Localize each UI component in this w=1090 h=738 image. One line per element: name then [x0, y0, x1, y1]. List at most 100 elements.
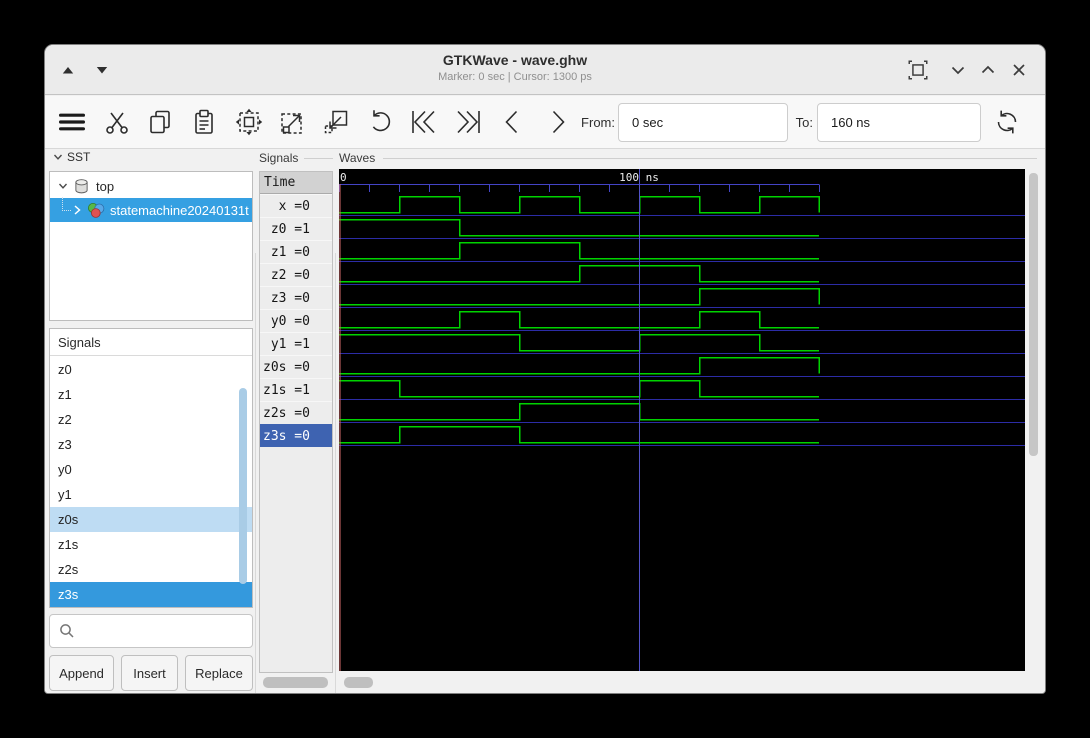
signal-search-box[interactable]	[49, 614, 253, 648]
value-row-z1[interactable]: z1 =0	[260, 240, 332, 263]
value-row-z3s[interactable]: z3s =0	[260, 424, 332, 447]
values-hscroll-thumb[interactable]	[263, 677, 328, 688]
reload-icon	[992, 107, 1022, 137]
zoom-fit-button[interactable]	[233, 106, 265, 138]
waves-hscroll-thumb[interactable]	[344, 677, 373, 688]
close-button[interactable]	[1007, 58, 1031, 82]
to-input[interactable]	[817, 103, 981, 142]
chevron-down-icon	[947, 59, 969, 81]
insert-button[interactable]: Insert	[121, 655, 178, 691]
value-row-z1s[interactable]: z1s =1	[260, 378, 332, 401]
signals-list-item-z0s[interactable]: z0s	[50, 507, 252, 532]
tree-guide-line	[62, 197, 71, 211]
zoom-fit-icon	[234, 107, 264, 137]
waves-hscroll-track[interactable]	[337, 673, 1039, 691]
fullscreen-icon	[906, 57, 930, 83]
minimize-button[interactable]	[946, 58, 970, 82]
tree-item-top-label: top	[96, 179, 114, 194]
module-icon	[87, 202, 105, 218]
time-header[interactable]: Time	[260, 172, 332, 194]
tree-item-statemachine-label: statemachine20240131t	[110, 203, 249, 218]
maximize-button[interactable]	[976, 58, 1000, 82]
waveform-svg: 0100 ns	[339, 169, 1025, 671]
reload-button[interactable]	[991, 106, 1023, 138]
menu-button[interactable]	[56, 106, 88, 138]
paste-button[interactable]	[188, 106, 220, 138]
replace-button[interactable]: Replace	[185, 655, 253, 691]
undo-button[interactable]	[364, 106, 396, 138]
signals-list-item-z1[interactable]: z1	[50, 382, 252, 407]
triangle-up-icon	[57, 59, 79, 81]
expander-chevron-icon[interactable]	[58, 181, 68, 191]
marker-cursor-status: Marker: 0 sec | Cursor: 1300 ps	[165, 70, 865, 84]
signals-list-scrollbar-thumb[interactable]	[239, 388, 247, 584]
value-row-y1[interactable]: y1 =1	[260, 332, 332, 355]
signals-list-item-z3[interactable]: z3	[50, 432, 252, 457]
zoom-out-button[interactable]	[320, 106, 352, 138]
signals-list-header: Signals	[50, 329, 252, 356]
scroll-down-button[interactable]	[90, 58, 114, 82]
chevron-right-icon	[542, 107, 572, 137]
copy-icon	[145, 107, 175, 137]
waves-vscroll-thumb[interactable]	[1029, 173, 1038, 456]
value-row-z2[interactable]: z2 =0	[260, 263, 332, 286]
sst-expander[interactable]: SST	[53, 150, 90, 164]
waveform-canvas[interactable]: 0100 ns	[339, 169, 1025, 671]
hamburger-menu-icon	[56, 106, 88, 138]
search-input[interactable]	[81, 623, 245, 640]
signals-list-item-y1[interactable]: y1	[50, 482, 252, 507]
signal-values-panel: Time x =0 z0 =1 z1 =0 z2 =0 z3 =0 y0 =0 …	[259, 171, 333, 673]
value-row-z0[interactable]: z0 =1	[260, 217, 332, 240]
signals-list-item-z2s[interactable]: z2s	[50, 557, 252, 582]
go-to-start-button[interactable]	[408, 106, 440, 138]
tree-item-top[interactable]: top	[50, 174, 252, 198]
append-button[interactable]: Append	[49, 655, 114, 691]
titlebar: GTKWave - wave.ghw Marker: 0 sec | Curso…	[45, 45, 1045, 95]
signals-list-item-z1s[interactable]: z1s	[50, 532, 252, 557]
zoom-in-icon	[277, 107, 307, 137]
search-icon	[59, 623, 75, 639]
value-row-y0[interactable]: y0 =0	[260, 309, 332, 332]
fullscreen-button[interactable]	[906, 58, 930, 82]
values-frame-line	[304, 158, 333, 159]
signals-list-item-z2[interactable]: z2	[50, 407, 252, 432]
waves-frame-line	[383, 158, 1037, 159]
tree-item-statemachine[interactable]: statemachine20240131t	[50, 198, 252, 222]
expander-chevron-icon	[53, 152, 63, 162]
paned-sash-left[interactable]	[255, 253, 256, 694]
signals-list-item-z3s[interactable]: z3s	[50, 582, 252, 607]
prev-edge-button[interactable]	[497, 106, 529, 138]
chevron-left-icon	[498, 107, 528, 137]
from-label: From:	[579, 96, 615, 148]
value-row-z3[interactable]: z3 =0	[260, 286, 332, 309]
zoom-in-button[interactable]	[276, 106, 308, 138]
value-row-z2s[interactable]: z2s =0	[260, 401, 332, 424]
value-row-z0s[interactable]: z0s =0	[260, 355, 332, 378]
zoom-out-icon	[321, 107, 351, 137]
values-rows: x =0 z0 =1 z1 =0 z2 =0 z3 =0 y0 =0 y1 =1…	[260, 194, 332, 447]
signals-list-item-z0[interactable]: z0	[50, 357, 252, 382]
signals-list-item-y0[interactable]: y0	[50, 457, 252, 482]
values-hscroll-track[interactable]	[258, 673, 333, 691]
scroll-up-button[interactable]	[56, 58, 80, 82]
triangle-down-icon	[91, 59, 113, 81]
chevron-up-icon	[977, 59, 999, 81]
expander-chevron-right-icon[interactable]	[72, 204, 82, 216]
skip-to-start-icon	[408, 107, 440, 137]
copy-button[interactable]	[144, 106, 176, 138]
gtkwave-window: GTKWave - wave.ghw Marker: 0 sec | Curso…	[44, 44, 1046, 694]
paned-sash-right[interactable]	[335, 253, 336, 694]
undo-arrow-icon	[365, 107, 395, 137]
skip-to-end-icon	[452, 107, 484, 137]
next-edge-button[interactable]	[541, 106, 573, 138]
signals-list-rows: z0z1z2z3y0y1z0sz1sz2sz3s	[50, 357, 252, 607]
values-frame-label: Signals	[259, 151, 298, 165]
sst-label: SST	[67, 150, 90, 164]
database-cylinder-icon	[74, 178, 89, 195]
cut-button[interactable]	[101, 106, 133, 138]
paste-clipboard-icon	[189, 107, 219, 137]
value-row-x[interactable]: x =0	[260, 194, 332, 217]
go-to-end-button[interactable]	[452, 106, 484, 138]
from-input[interactable]	[618, 103, 788, 142]
scissors-icon	[102, 107, 132, 137]
